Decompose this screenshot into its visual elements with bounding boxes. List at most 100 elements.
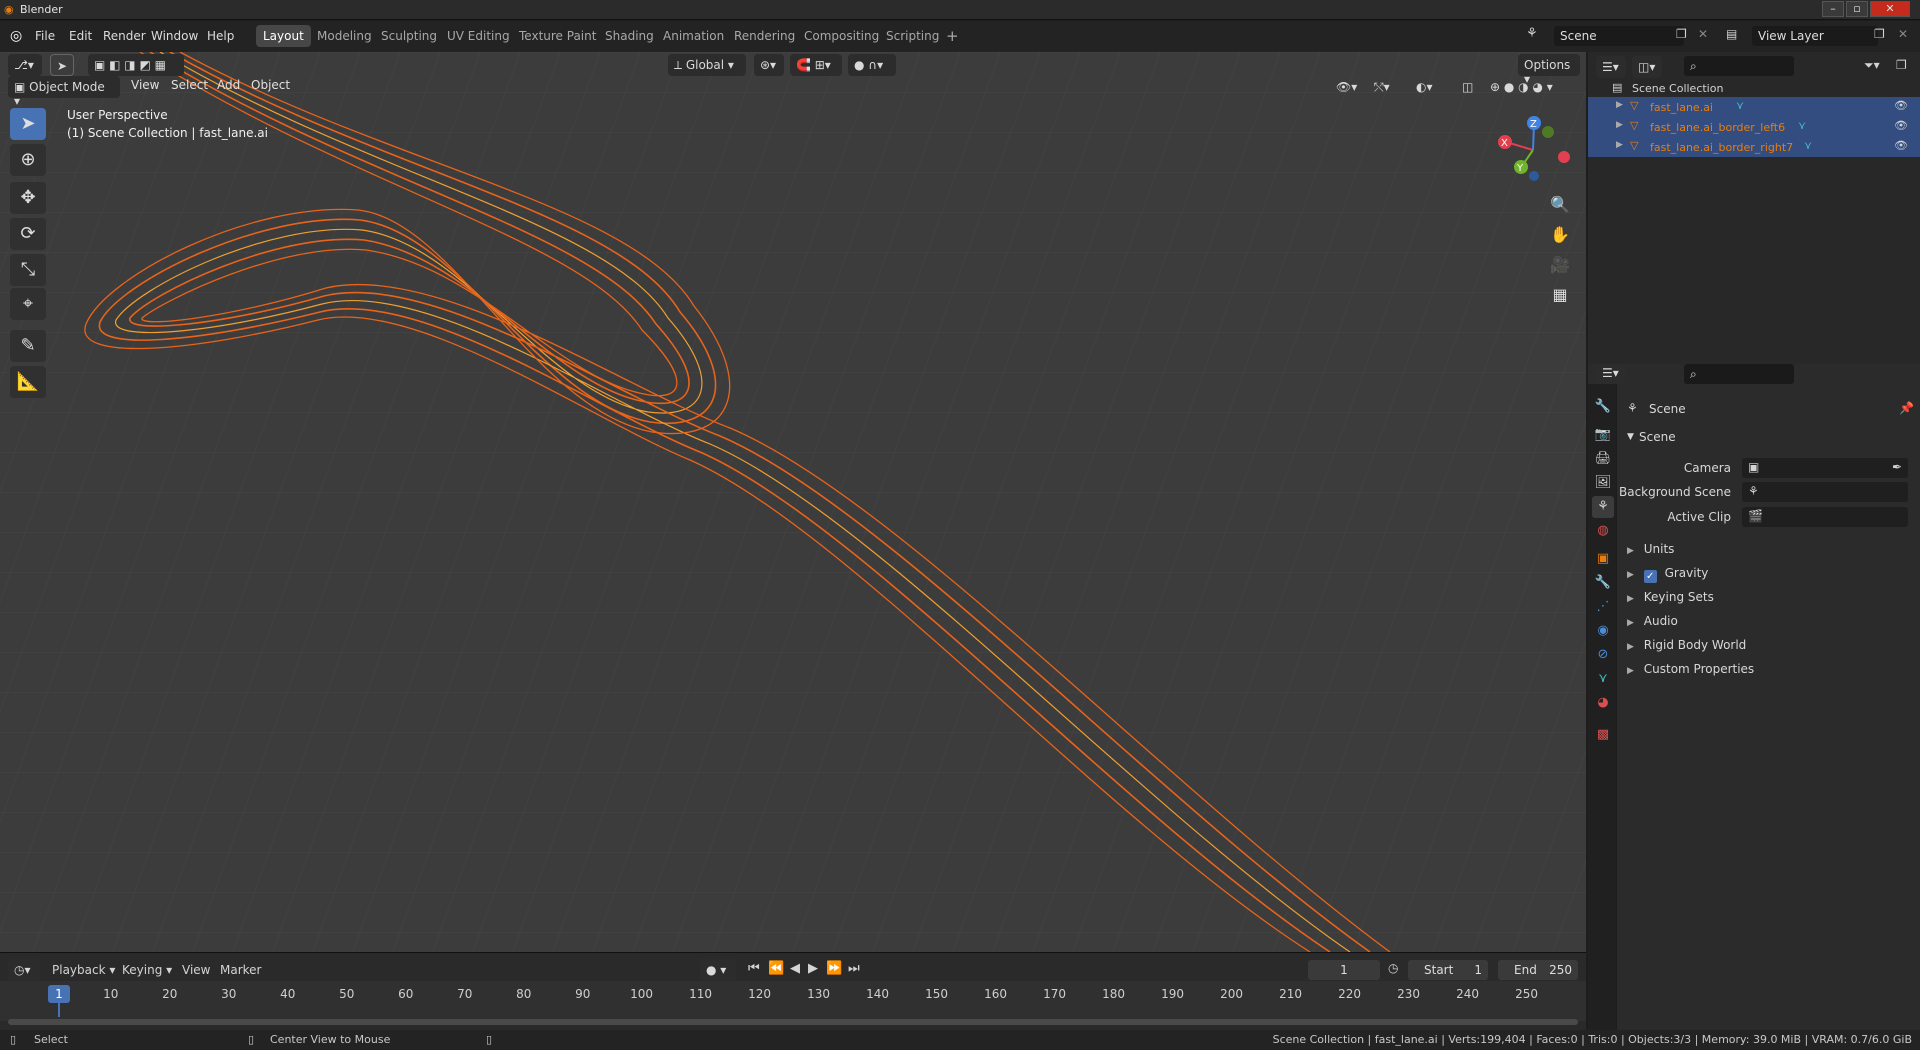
tab-compositing[interactable]: Compositing: [797, 25, 886, 47]
world-tab-icon[interactable]: ◍: [1592, 520, 1614, 542]
eyedropper-icon[interactable]: ✒: [1892, 460, 1902, 474]
tab-scripting[interactable]: Scripting: [879, 25, 946, 47]
blender-menu-icon[interactable]: ◎: [10, 28, 22, 44]
end-frame-field[interactable]: End 250: [1498, 960, 1578, 980]
gizmo-toggle[interactable]: ⤲▾: [1368, 76, 1404, 98]
camera-view-icon[interactable]: 🎥: [1545, 252, 1575, 278]
eye-icon[interactable]: 👁: [1894, 139, 1908, 152]
pivot-point-dropdown[interactable]: ⊛▾: [754, 54, 784, 76]
viewport-menu-object[interactable]: Object: [251, 78, 290, 92]
mode-dropdown[interactable]: ▣ Object Mode ▾: [8, 76, 120, 108]
add-workspace-icon[interactable]: +: [946, 27, 959, 45]
transform-tool-icon[interactable]: ⌖: [10, 288, 46, 320]
texture-tab-icon[interactable]: ▩: [1592, 724, 1614, 746]
pin-icon[interactable]: 📌: [1899, 401, 1914, 415]
tab-uv-editing[interactable]: UV Editing: [440, 25, 517, 47]
new-collection-icon[interactable]: ❐: [1896, 58, 1907, 72]
view-layer-tab-icon[interactable]: 🖼: [1592, 472, 1614, 494]
physics-tab-icon[interactable]: ◉: [1592, 620, 1614, 642]
expand-arrow-icon[interactable]: ▶: [1616, 120, 1623, 130]
start-frame-field[interactable]: Start 1: [1408, 960, 1488, 980]
outliner-search-input[interactable]: ⌕: [1684, 56, 1794, 76]
ortho-toggle-icon[interactable]: ▦: [1545, 282, 1575, 308]
scene-selector-field[interactable]: Scene: [1554, 26, 1684, 46]
expand-arrow-icon[interactable]: ▶: [1616, 140, 1623, 150]
particles-tab-icon[interactable]: ⋰: [1592, 596, 1614, 618]
visibility-dropdown[interactable]: 👁▾: [1330, 76, 1364, 98]
menu-render[interactable]: Render: [98, 27, 151, 45]
marker-menu[interactable]: Marker: [220, 963, 261, 977]
display-mode-dropdown[interactable]: ◫▾: [1632, 56, 1662, 78]
output-tab-icon[interactable]: 🖨: [1592, 448, 1614, 470]
xray-toggle[interactable]: ◫: [1456, 76, 1478, 98]
current-frame-field[interactable]: 1: [1308, 960, 1380, 980]
move-tool-icon[interactable]: ✥: [10, 182, 46, 214]
snap-toggle[interactable]: 🧲 ⊞▾: [790, 54, 842, 76]
proportional-edit-toggle[interactable]: ● ∩▾: [848, 54, 896, 76]
outliner-root-row[interactable]: ▤ Scene Collection: [1588, 78, 1920, 98]
selection-mode-group[interactable]: ▣ ◧ ◨ ◩ ▦: [88, 54, 184, 76]
annotate-tool-icon[interactable]: ✎: [10, 330, 46, 362]
filter-icon[interactable]: ⏷▾: [1864, 58, 1880, 73]
new-view-layer-icon[interactable]: ❐: [1874, 27, 1885, 41]
section-keying-sets[interactable]: ▶ Keying Sets: [1627, 590, 1917, 604]
section-custom-properties[interactable]: ▶ Custom Properties: [1627, 662, 1917, 676]
section-audio[interactable]: ▶ Audio: [1627, 614, 1917, 628]
modifier-tab-icon[interactable]: 🔧: [1592, 572, 1614, 594]
outliner-editor-type-button[interactable]: ☰▾: [1596, 56, 1626, 78]
section-rigid-body-world[interactable]: ▶ Rigid Body World: [1627, 638, 1917, 652]
section-gravity[interactable]: ▶ ✓ Gravity: [1627, 566, 1917, 583]
scene-icon[interactable]: ⚘: [1526, 26, 1538, 41]
outliner-item-row[interactable]: ▶ ▽ fast_lane.ai ⋎ 👁: [1588, 97, 1920, 117]
close-icon[interactable]: ✕: [1870, 1, 1910, 17]
timeline-view-menu[interactable]: View: [182, 963, 210, 977]
render-tab-icon[interactable]: 📷: [1592, 424, 1614, 446]
data-tab-icon[interactable]: ⋎: [1592, 668, 1614, 690]
tab-shading[interactable]: Shading: [598, 25, 661, 47]
properties-search-input[interactable]: ⌕: [1684, 364, 1794, 384]
section-units[interactable]: ▶ Units: [1627, 542, 1917, 556]
playhead-frame-indicator[interactable]: 1: [48, 985, 70, 1003]
tab-layout[interactable]: Layout: [256, 25, 311, 47]
shading-mode-group[interactable]: ⊕ ● ◑ ◕ ▾: [1484, 76, 1570, 98]
eye-icon[interactable]: 👁: [1894, 119, 1908, 132]
material-tab-icon[interactable]: ◕: [1592, 692, 1614, 714]
jump-start-icon[interactable]: ⏮: [748, 961, 760, 976]
collapse-arrow-icon[interactable]: ▼: [1627, 432, 1634, 442]
gravity-checkbox[interactable]: ✓: [1643, 570, 1657, 583]
preview-range-icon[interactable]: ◷: [1388, 961, 1398, 975]
options-dropdown[interactable]: Options ▾: [1518, 54, 1580, 86]
menu-window[interactable]: Window: [146, 27, 203, 45]
scene-panel-title[interactable]: Scene: [1639, 430, 1676, 444]
camera-field[interactable]: ▣ ✒: [1742, 458, 1908, 478]
viewport-canvas[interactable]: [0, 52, 1586, 952]
rotate-tool-icon[interactable]: ⟳: [10, 218, 46, 250]
next-keyframe-icon[interactable]: ⏩: [826, 961, 842, 976]
cursor-tool-icon[interactable]: ⊕: [10, 144, 46, 176]
tab-animation[interactable]: Animation: [656, 25, 731, 47]
zoom-icon[interactable]: 🔍: [1545, 192, 1575, 218]
viewport-menu-add[interactable]: Add: [217, 78, 240, 92]
viewport-menu-view[interactable]: View: [131, 78, 159, 92]
tab-rendering[interactable]: Rendering: [727, 25, 802, 47]
maximize-icon[interactable]: ▫: [1846, 1, 1868, 17]
keying-menu[interactable]: Keying ▾: [122, 963, 172, 977]
timeline-editor-type-button[interactable]: ◷▾: [8, 959, 40, 981]
minimize-icon[interactable]: –: [1822, 1, 1844, 17]
remove-view-layer-icon[interactable]: ✕: [1898, 27, 1908, 41]
menu-help[interactable]: Help: [202, 27, 239, 45]
background-scene-field[interactable]: ⚘: [1742, 482, 1908, 502]
viewport-menu-select[interactable]: Select: [171, 78, 208, 92]
outliner-item-row[interactable]: ▶ ▽ fast_lane.ai_border_right7 ⋎ 👁: [1588, 137, 1920, 157]
play-icon[interactable]: ▶: [808, 961, 818, 976]
overlay-toggle[interactable]: ◐▾: [1410, 76, 1448, 98]
prev-keyframe-icon[interactable]: ⏪: [768, 961, 784, 976]
timeline-scrollbar[interactable]: [8, 1019, 1578, 1025]
eye-icon[interactable]: 👁: [1894, 99, 1908, 112]
tab-texture-paint[interactable]: Texture Paint: [512, 25, 603, 47]
measure-tool-icon[interactable]: 📐: [10, 366, 46, 398]
select-tool-icon[interactable]: ➤: [10, 108, 46, 140]
view-layer-icon[interactable]: ▤: [1726, 27, 1737, 41]
tab-sculpting[interactable]: Sculpting: [374, 25, 444, 47]
new-scene-icon[interactable]: ❐: [1676, 27, 1687, 41]
